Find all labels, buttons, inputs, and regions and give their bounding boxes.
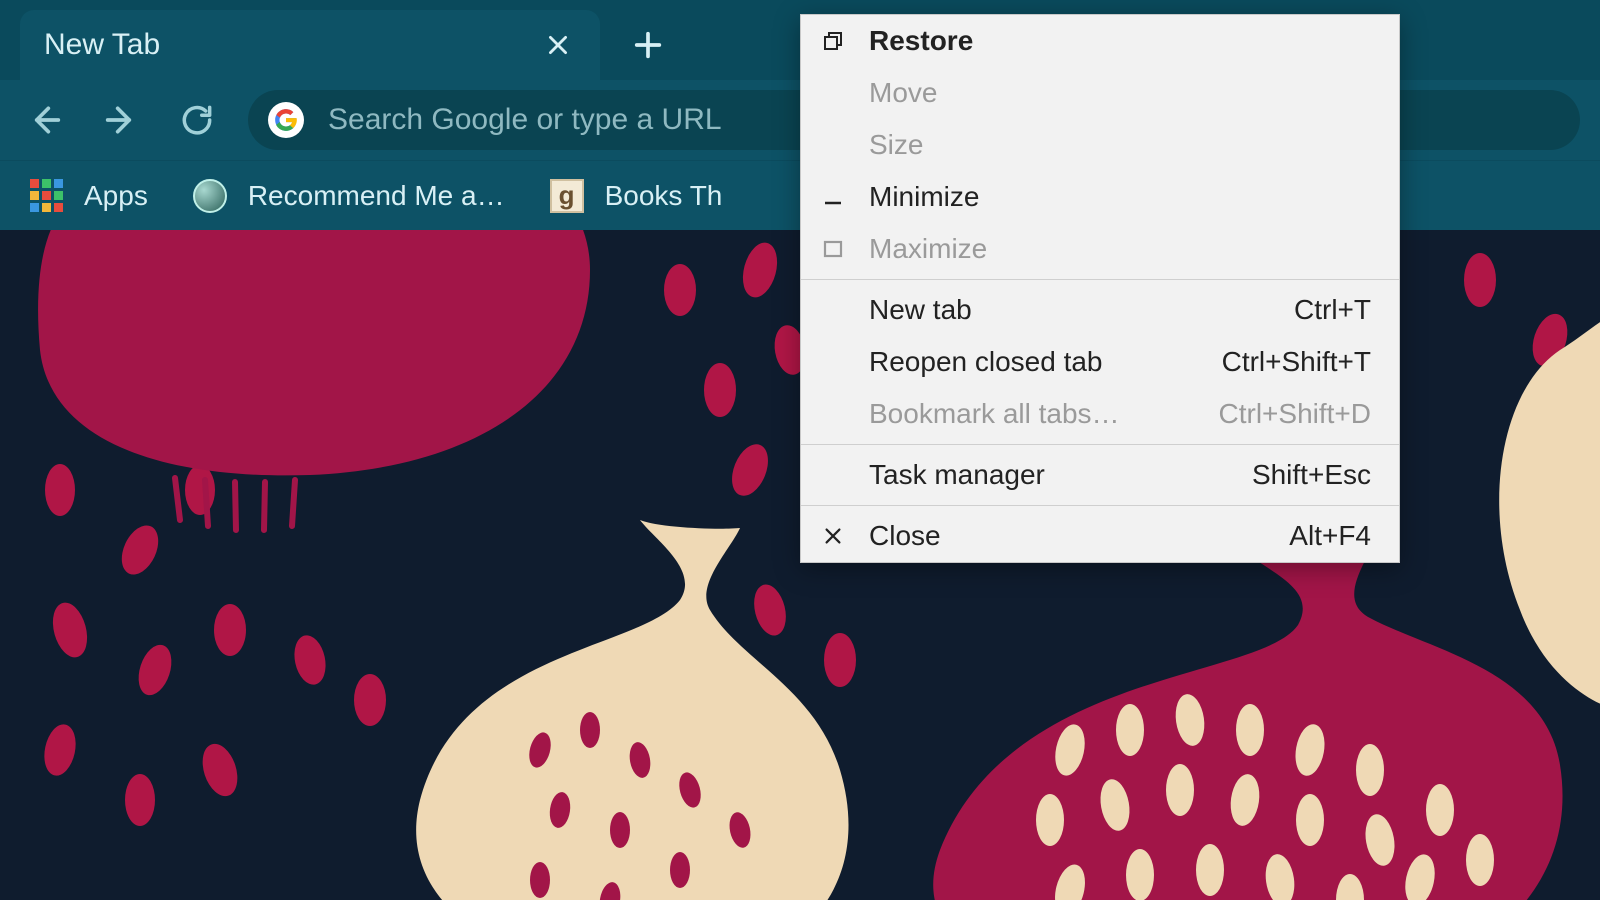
- menu-shortcut: Ctrl+Shift+T: [1222, 346, 1371, 378]
- arrow-left-icon: [25, 100, 65, 140]
- close-icon: [545, 32, 571, 58]
- browser-tab[interactable]: New Tab: [20, 10, 600, 80]
- bookmark-label: Recommend Me a…: [248, 180, 505, 212]
- window-context-menu: Restore Move Size Minimize Maximize New …: [800, 14, 1400, 563]
- menu-bookmark-all-tabs: Bookmark all tabs… Ctrl+Shift+D: [801, 388, 1399, 440]
- close-icon: [811, 514, 855, 558]
- apps-icon: [28, 178, 64, 214]
- forward-button[interactable]: [96, 95, 146, 145]
- menu-label: Close: [869, 520, 1275, 552]
- menu-move: Move: [801, 67, 1399, 119]
- favicon-icon: g: [549, 178, 585, 214]
- minimize-icon: [811, 175, 855, 219]
- menu-label: Reopen closed tab: [869, 346, 1208, 378]
- menu-close[interactable]: Close Alt+F4: [801, 510, 1399, 562]
- menu-task-manager[interactable]: Task manager Shift+Esc: [801, 449, 1399, 501]
- bookmark-apps[interactable]: Apps: [28, 178, 148, 214]
- google-icon: [268, 102, 304, 138]
- menu-separator: [801, 505, 1399, 506]
- plus-icon: [631, 28, 665, 62]
- tab-title: New Tab: [44, 28, 540, 62]
- menu-shortcut: Ctrl+T: [1294, 294, 1371, 326]
- menu-shortcut: Alt+F4: [1289, 520, 1371, 552]
- menu-new-tab[interactable]: New tab Ctrl+T: [801, 284, 1399, 336]
- arrow-right-icon: [101, 100, 141, 140]
- menu-size: Size: [801, 119, 1399, 171]
- menu-shortcut: Ctrl+Shift+D: [1219, 398, 1372, 430]
- menu-maximize: Maximize: [801, 223, 1399, 275]
- menu-label: Maximize: [869, 233, 1357, 265]
- bookmark-recommend[interactable]: Recommend Me a…: [192, 178, 505, 214]
- menu-label: Move: [869, 77, 1357, 109]
- menu-label: Size: [869, 129, 1357, 161]
- menu-label: Minimize: [869, 181, 1357, 213]
- menu-restore[interactable]: Restore: [801, 15, 1399, 67]
- reload-button[interactable]: [172, 95, 222, 145]
- reload-icon: [178, 101, 216, 139]
- new-tab-button[interactable]: [618, 15, 678, 75]
- menu-label: Bookmark all tabs…: [869, 398, 1205, 430]
- bookmark-label: Apps: [84, 180, 148, 212]
- menu-reopen-tab[interactable]: Reopen closed tab Ctrl+Shift+T: [801, 336, 1399, 388]
- menu-shortcut: Shift+Esc: [1252, 459, 1371, 491]
- menu-label: New tab: [869, 294, 1280, 326]
- menu-label: Restore: [869, 25, 1357, 57]
- favicon-icon: [192, 178, 228, 214]
- menu-label: Task manager: [869, 459, 1238, 491]
- restore-icon: [811, 19, 855, 63]
- back-button[interactable]: [20, 95, 70, 145]
- bookmark-label: Books Th: [605, 180, 723, 212]
- maximize-icon: [811, 227, 855, 271]
- menu-minimize[interactable]: Minimize: [801, 171, 1399, 223]
- menu-separator: [801, 444, 1399, 445]
- menu-separator: [801, 279, 1399, 280]
- bookmark-books[interactable]: g Books Th: [549, 178, 723, 214]
- close-tab-button[interactable]: [540, 27, 576, 63]
